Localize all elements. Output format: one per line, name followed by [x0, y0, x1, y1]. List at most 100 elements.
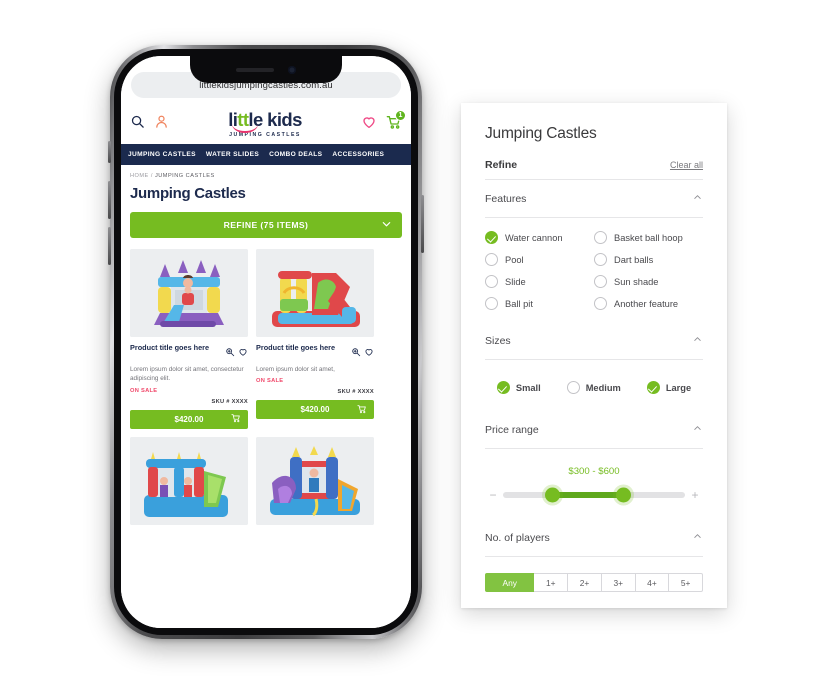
radio-icon[interactable] [485, 297, 498, 310]
slider-handle-min[interactable] [544, 487, 560, 503]
product-card[interactable] [130, 436, 248, 525]
chevron-up-icon [692, 190, 703, 208]
radio-icon[interactable] [566, 381, 580, 394]
feature-label: Sun shade [614, 276, 659, 287]
players-option-3plus[interactable]: 3+ [601, 573, 636, 592]
price-range-section-title: Price range [485, 424, 539, 436]
radio-icon-checked[interactable] [646, 381, 660, 394]
radio-icon[interactable] [485, 275, 498, 288]
phone-notch [190, 56, 342, 83]
add-to-cart-button[interactable]: $420.00 [256, 400, 374, 420]
panel-title: Jumping Castles [485, 125, 597, 142]
size-option-medium[interactable]: Medium [554, 381, 634, 394]
heart-icon[interactable] [364, 344, 374, 362]
screenshot-root: littlekidsjumpingcastles.com.au little k… [0, 0, 839, 700]
feature-option-water-cannon[interactable]: Water cannon [485, 231, 594, 244]
add-to-cart-button[interactable]: $420.00 [130, 409, 248, 429]
heart-icon[interactable] [238, 344, 248, 362]
product-card[interactable]: Product title goes here Lorem ipsum dolo… [130, 249, 248, 429]
radio-icon[interactable] [594, 297, 607, 310]
site-header: little kids JUMPING CASTLES 1 [121, 104, 411, 144]
feature-label: Pool [505, 254, 524, 265]
product-card[interactable] [256, 436, 374, 525]
product-actions [351, 343, 374, 362]
slider-track[interactable] [503, 487, 685, 503]
chevron-up-icon [692, 332, 703, 350]
players-option-1plus[interactable]: 1+ [534, 573, 569, 592]
radio-icon-checked[interactable] [485, 231, 498, 244]
breadcrumb: HOME / JUMPING CASTLES [121, 165, 411, 179]
feature-option-ball-pit[interactable]: Ball pit [485, 297, 594, 310]
heart-icon[interactable] [361, 114, 377, 135]
product-description: Lorem ipsum dolor sit amet, consectetur … [130, 366, 244, 383]
volume-up-button[interactable] [108, 181, 111, 219]
mute-switch[interactable] [108, 141, 111, 163]
slider-handle-max[interactable] [615, 487, 631, 503]
radio-icon-checked[interactable] [496, 381, 510, 394]
price-range-value: $300 - $600 [568, 466, 620, 477]
breadcrumb-home[interactable]: HOME [130, 173, 149, 179]
product-price: $420.00 [174, 414, 204, 424]
product-description: Lorem ipsum dolor sit amet, [256, 366, 335, 373]
features-section-header[interactable]: Features [485, 180, 703, 218]
refine-button[interactable]: REFINE (75 ITEMS) [130, 212, 402, 238]
product-image[interactable] [256, 436, 374, 525]
players-option-any[interactable]: Any [485, 573, 535, 592]
cart-icon [231, 413, 241, 425]
refine-panel-inner: Jumping Castles Refine Clear all Feature… [461, 103, 727, 592]
radio-icon[interactable] [594, 253, 607, 266]
chevron-up-icon [692, 421, 703, 439]
product-card[interactable]: Product title goes here Lorem ipsum dolo… [256, 249, 374, 429]
product-image[interactable] [130, 436, 248, 525]
zoom-icon[interactable] [225, 344, 235, 362]
feature-label: Basket ball hoop [614, 232, 683, 243]
feature-option-another-feature[interactable]: Another feature [594, 297, 703, 310]
bouncy-castle-illustration-1 [130, 249, 248, 337]
radio-icon[interactable] [594, 275, 607, 288]
size-label: Medium [585, 382, 621, 393]
plus-icon[interactable]: + [689, 489, 701, 501]
feature-label: Another feature [614, 298, 679, 309]
clear-all-link[interactable]: Clear all [670, 160, 703, 170]
logo-wordmark: little kids [228, 110, 302, 133]
zoom-icon[interactable] [351, 344, 361, 362]
size-option-large[interactable]: Large [634, 381, 704, 394]
players-section-header[interactable]: No. of players [485, 519, 703, 557]
feature-option-basket-ball-hoop[interactable]: Basket ball hoop [594, 231, 703, 244]
players-option-5plus[interactable]: 5+ [669, 573, 704, 592]
page-title: Jumping Castles [130, 185, 246, 202]
minus-icon[interactable]: − [487, 489, 499, 501]
product-image[interactable] [130, 249, 248, 337]
power-button[interactable] [421, 195, 424, 253]
radio-icon[interactable] [594, 231, 607, 244]
cart-icon[interactable]: 1 [386, 109, 406, 135]
players-option-4plus[interactable]: 4+ [635, 573, 670, 592]
players-option-2plus[interactable]: 2+ [568, 573, 602, 592]
feature-option-sun-shade[interactable]: Sun shade [594, 275, 703, 288]
phone-screen: littlekidsjumpingcastles.com.au little k… [121, 56, 411, 628]
reload-icon[interactable] [409, 78, 411, 92]
nav-item-jumping-castles[interactable]: JUMPING CASTLES [128, 151, 196, 158]
nav-item-combo-deals[interactable]: COMBO DEALS [269, 151, 322, 158]
feature-option-pool[interactable]: Pool [485, 253, 594, 266]
product-sku: SKU # XXXX [211, 398, 248, 405]
volume-down-button[interactable] [108, 227, 111, 265]
size-label: Large [665, 382, 692, 393]
product-price: $420.00 [300, 405, 330, 415]
site-logo[interactable]: little kids JUMPING CASTLES [169, 110, 361, 138]
feature-option-slide[interactable]: Slide [485, 275, 594, 288]
feature-option-dart-balls[interactable]: Dart balls [594, 253, 703, 266]
earpiece-speaker [236, 67, 274, 72]
radio-icon[interactable] [485, 253, 498, 266]
feature-label: Dart balls [614, 254, 654, 265]
price-range-section-header[interactable]: Price range [485, 411, 703, 449]
product-image[interactable] [256, 249, 374, 337]
product-sale-badge: ON SALE [256, 378, 284, 385]
price-range-slider[interactable]: − + [487, 487, 701, 503]
nav-item-accessories[interactable]: ACCESSORIES [332, 151, 384, 158]
size-option-small[interactable]: Small [484, 381, 554, 394]
sizes-section-header[interactable]: Sizes [485, 322, 703, 360]
account-icon[interactable] [154, 114, 169, 134]
nav-item-water-slides[interactable]: WATER SLIDES [206, 151, 259, 158]
search-icon[interactable] [130, 114, 145, 134]
